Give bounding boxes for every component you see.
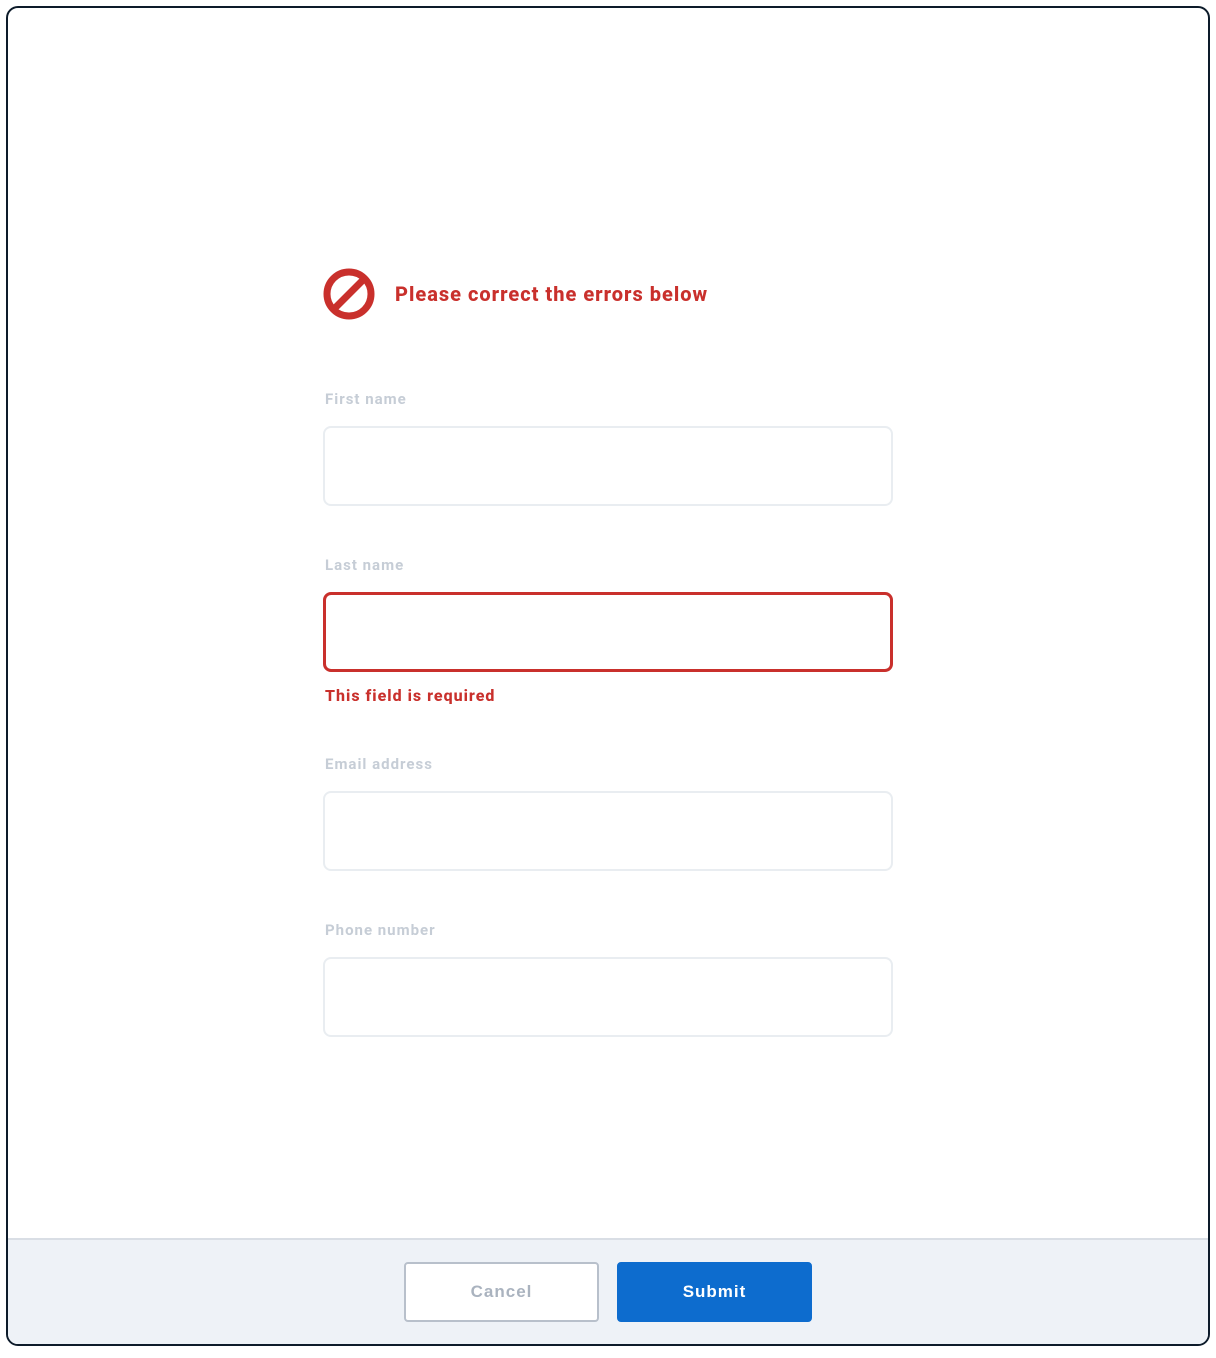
field-2-error-message: This field is required <box>325 686 893 705</box>
field-1-label: First name <box>325 390 893 408</box>
field-1-input[interactable] <box>323 426 893 506</box>
cancel-button[interactable]: Cancel <box>404 1262 599 1322</box>
no-symbol-icon <box>323 268 375 320</box>
field-4-label: Phone number <box>325 921 893 939</box>
form-content: Please correct the errors below First na… <box>8 8 1208 1238</box>
submit-button[interactable]: Submit <box>617 1262 812 1322</box>
field-2-input[interactable] <box>323 592 893 672</box>
form-field-2: Last name This field is required <box>323 556 893 705</box>
form-error-alert: Please correct the errors below <box>323 268 893 320</box>
dialog-footer: Cancel Submit <box>8 1238 1208 1344</box>
form-field-1: First name <box>323 390 893 506</box>
form-container: Please correct the errors below First na… <box>323 268 893 1087</box>
dialog-window: Please correct the errors below First na… <box>6 6 1210 1346</box>
field-4-input[interactable] <box>323 957 893 1037</box>
form-field-4: Phone number <box>323 921 893 1037</box>
field-3-label: Email address <box>325 755 893 773</box>
alert-message: Please correct the errors below <box>395 282 708 306</box>
form-field-3: Email address <box>323 755 893 871</box>
field-2-label: Last name <box>325 556 893 574</box>
field-3-input[interactable] <box>323 791 893 871</box>
